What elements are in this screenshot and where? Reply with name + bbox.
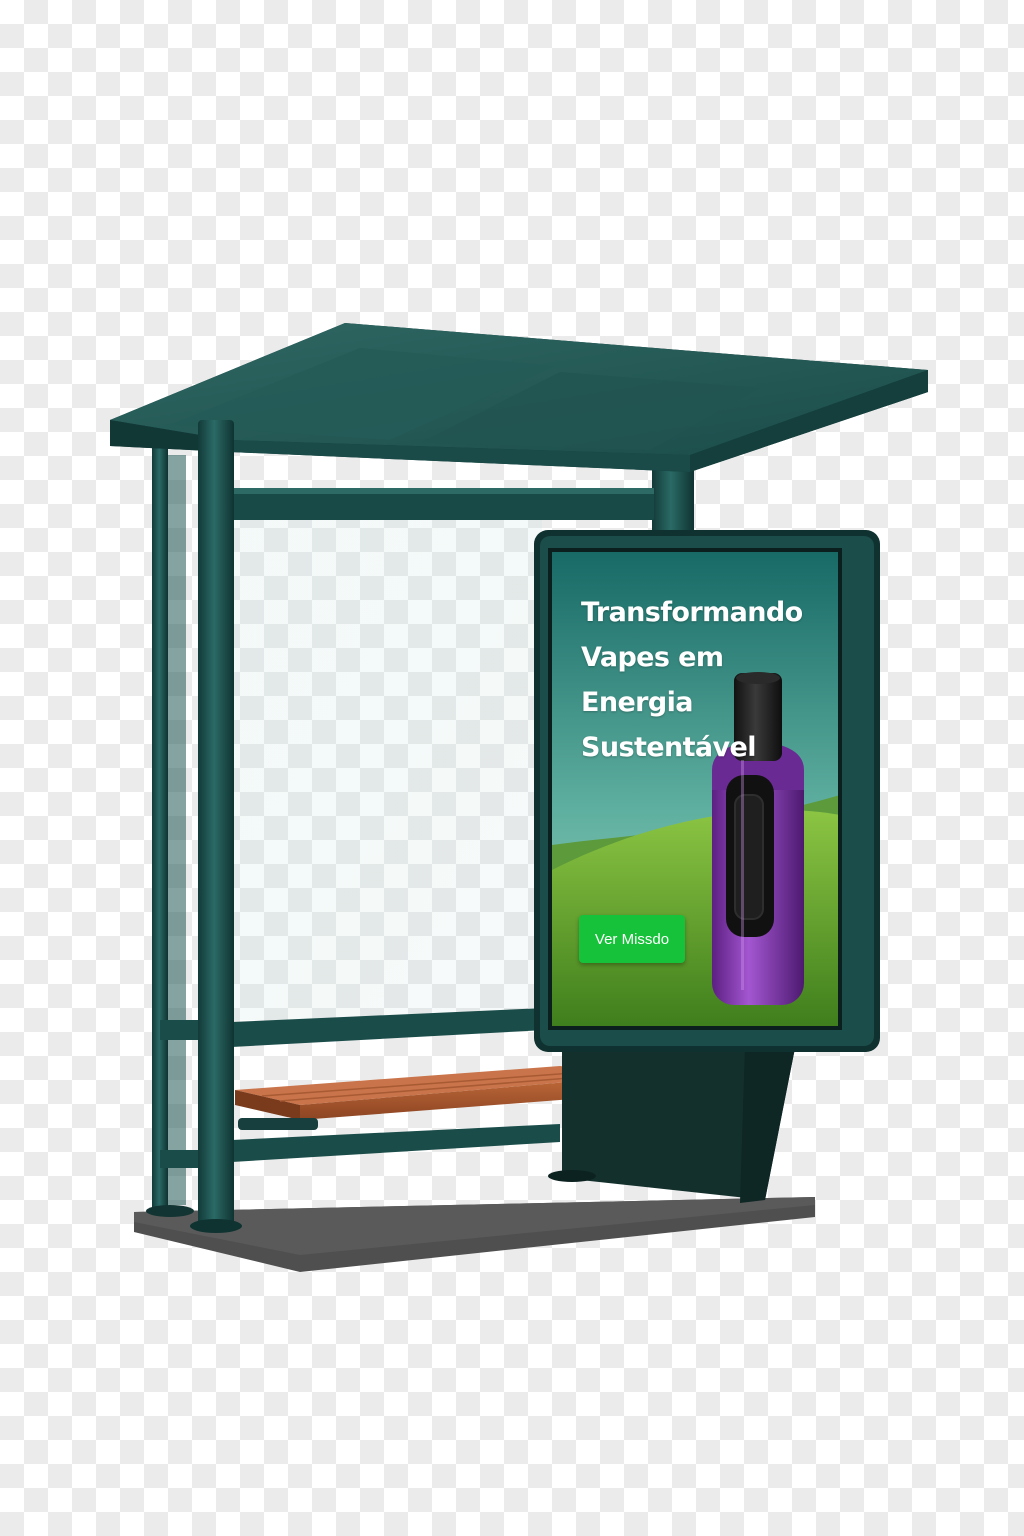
ad-panel-stand: [548, 1030, 795, 1203]
shelter-beam-upper-top: [230, 488, 654, 494]
base-slab: [134, 1197, 815, 1272]
bus-shelter-scene: [110, 323, 928, 1272]
shelter-post-back-left: [146, 448, 194, 1217]
glass-panel: [232, 515, 542, 1020]
ver-missdo-button[interactable]: Ver Missdo: [579, 915, 685, 963]
